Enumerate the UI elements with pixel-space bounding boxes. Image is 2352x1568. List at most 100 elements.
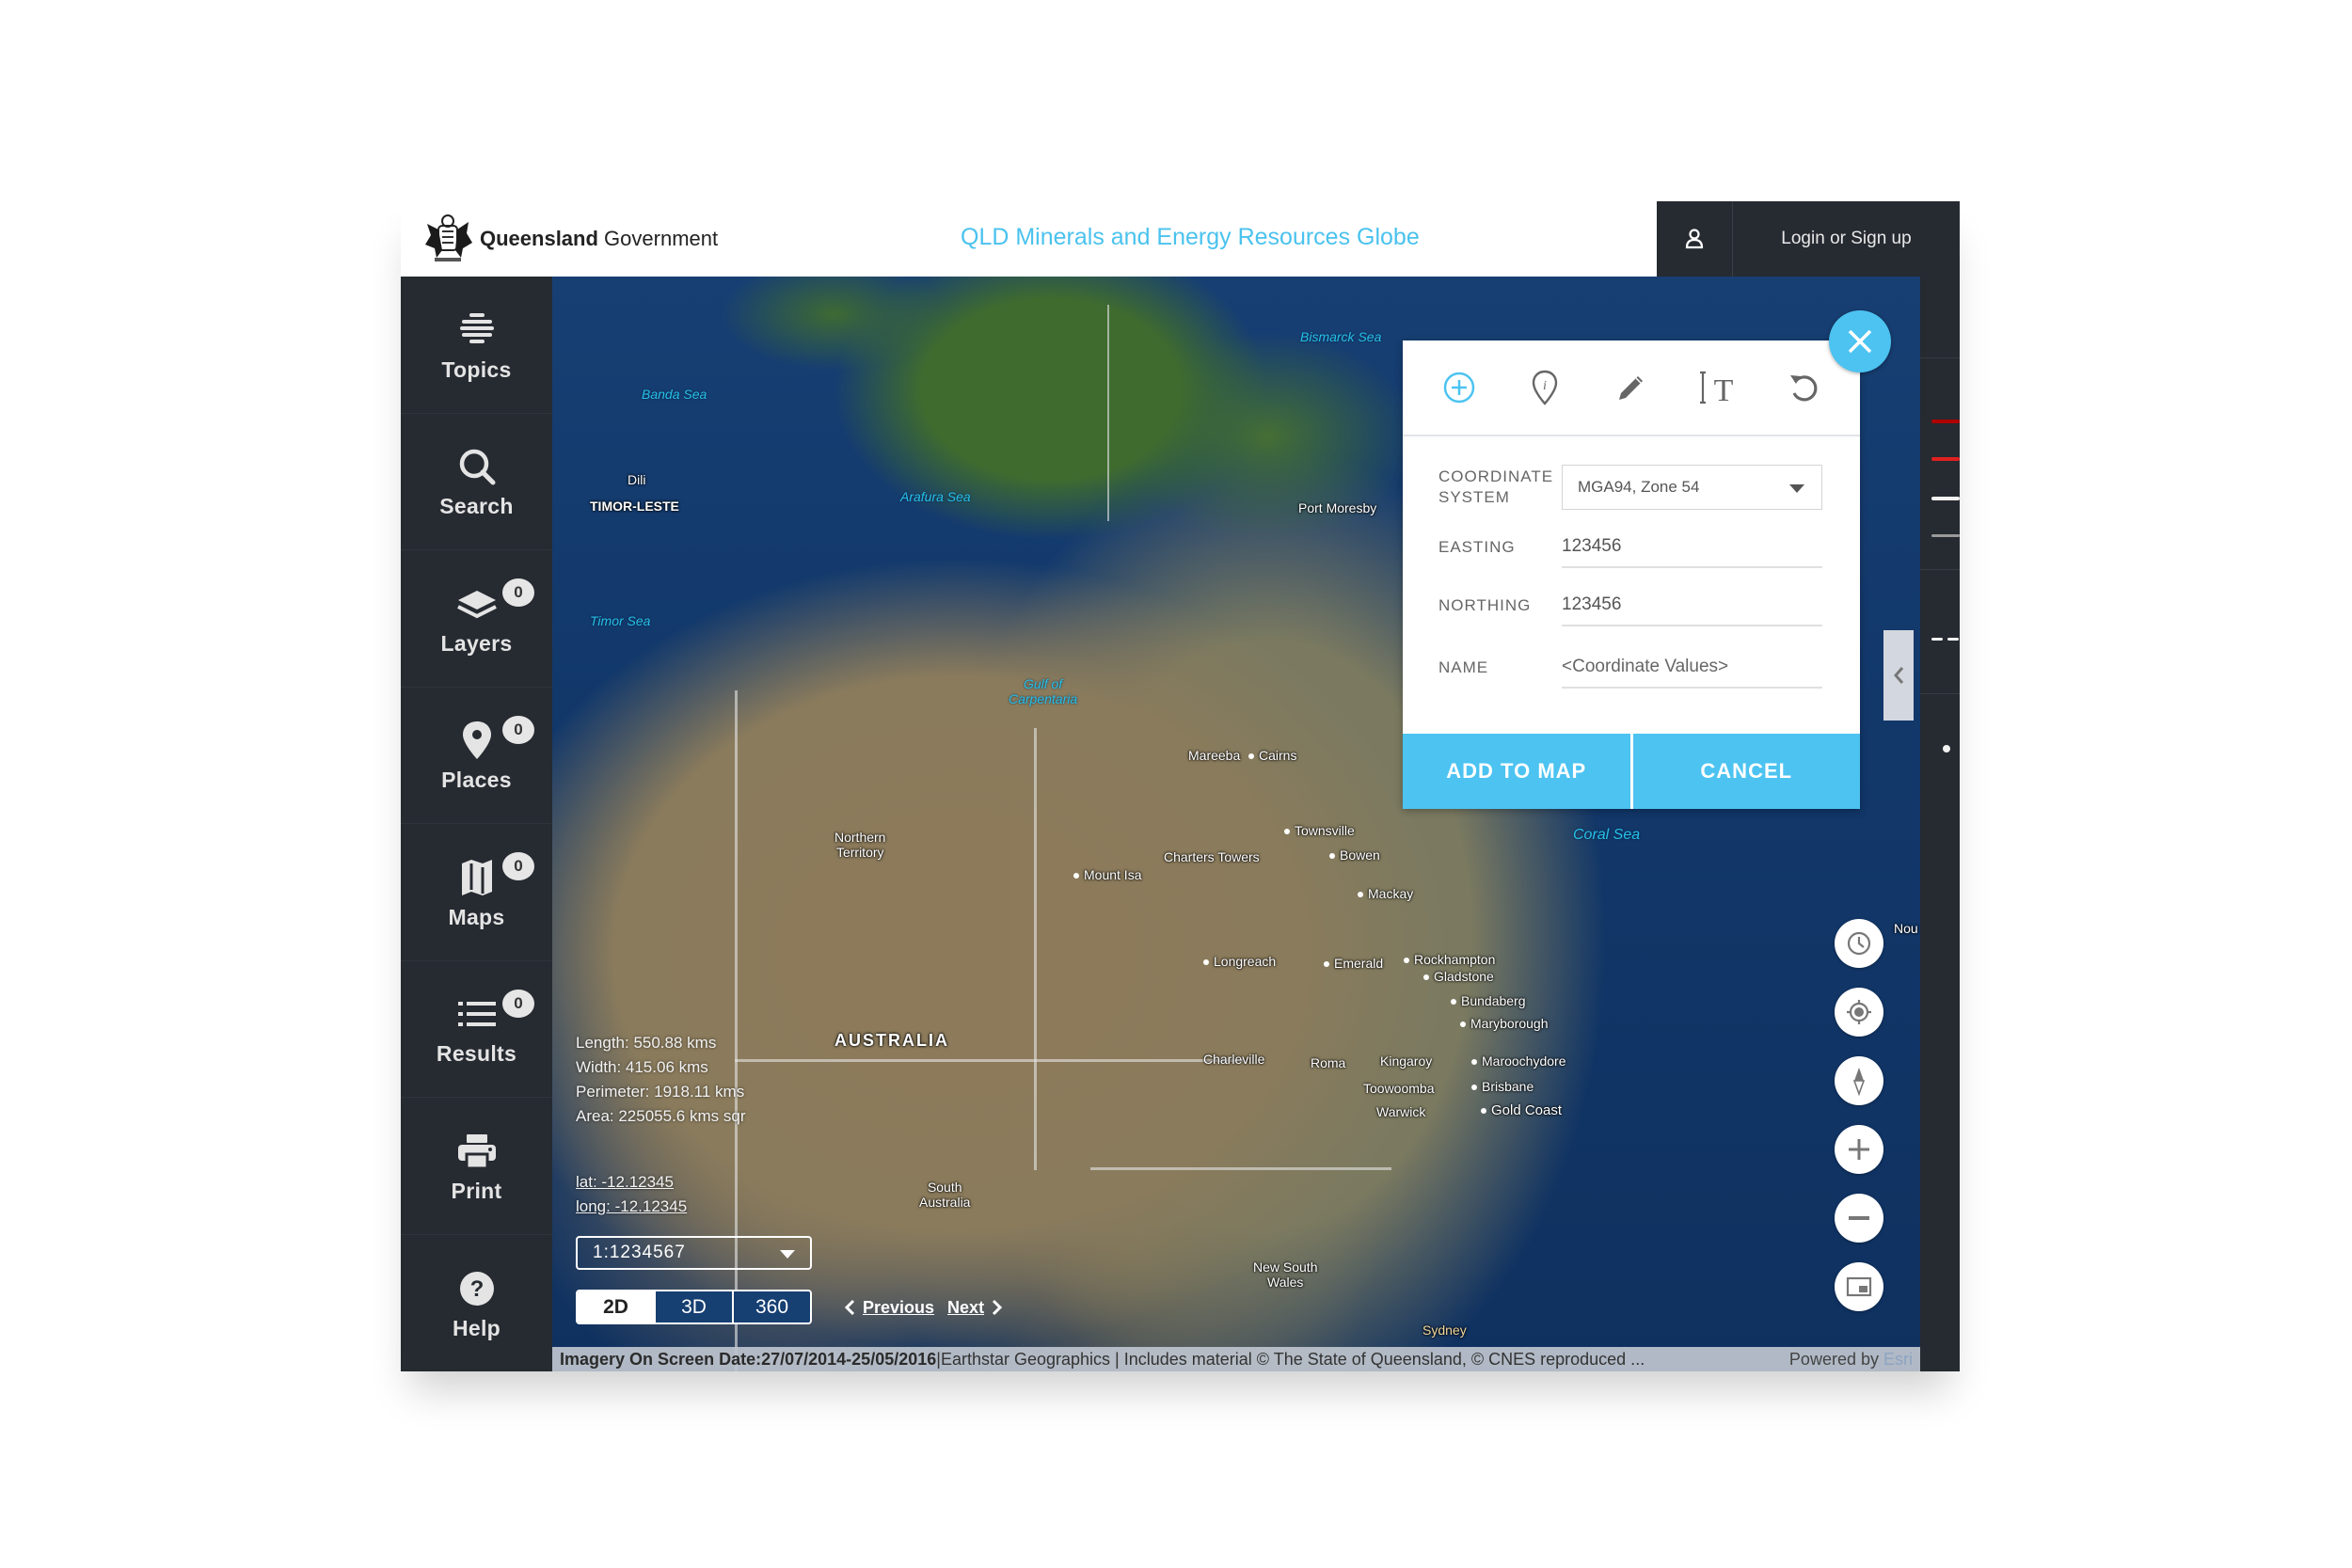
sidebar-item-search[interactable]: Search bbox=[401, 414, 552, 550]
map-label-australia: AUSTRALIA bbox=[834, 1031, 949, 1050]
nt-qld-border bbox=[1034, 728, 1037, 1170]
undo-tool[interactable] bbox=[1782, 366, 1825, 409]
text-tool[interactable]: T bbox=[1696, 366, 1740, 409]
attribution-text: Imagery On Screen Date:27/07/2014-25/05/… bbox=[560, 1347, 1645, 1371]
chevron-left-icon bbox=[844, 1299, 855, 1316]
sidebar-item-print[interactable]: Print bbox=[401, 1098, 552, 1235]
coordinate-system-value: MGA94, Zone 54 bbox=[1578, 478, 1700, 496]
powered-by: Powered by Esri bbox=[1789, 1347, 1913, 1371]
locate-icon bbox=[1847, 1000, 1871, 1024]
coordinate-system-select[interactable]: MGA94, Zone 54 bbox=[1562, 465, 1822, 510]
legend-strip[interactable] bbox=[1920, 277, 1960, 1371]
sidebar-label: Maps bbox=[448, 904, 505, 929]
map-label-noumea: Nou bbox=[1894, 921, 1918, 936]
add-to-map-button[interactable]: ADD TO MAP bbox=[1403, 734, 1630, 809]
user-button[interactable] bbox=[1657, 201, 1733, 277]
legend-line-dashed bbox=[1947, 638, 1959, 641]
nsw-line-2: Wales bbox=[1267, 1275, 1304, 1290]
close-dialog-button[interactable] bbox=[1829, 310, 1891, 372]
view-mode-3d[interactable]: 3D bbox=[654, 1291, 732, 1323]
map-label-roma: Roma bbox=[1311, 1055, 1346, 1070]
city-dot bbox=[1284, 829, 1290, 835]
plus-icon bbox=[1849, 1139, 1869, 1160]
time-slider-button[interactable] bbox=[1835, 919, 1883, 968]
map-label-timor-leste: TIMOR-LESTE bbox=[590, 499, 679, 514]
sidebar-label: Places bbox=[441, 768, 512, 793]
zoom-out-button[interactable] bbox=[1835, 1194, 1883, 1243]
sa-nt-border bbox=[735, 1059, 1243, 1062]
map-label-gold-coast: Gold Coast bbox=[1481, 1102, 1562, 1118]
view-mode-360[interactable]: 360 bbox=[732, 1291, 810, 1323]
northing-input[interactable] bbox=[1562, 585, 1822, 626]
sidebar-item-help[interactable]: ? Help bbox=[401, 1235, 552, 1372]
map-label-longreach: Longreach bbox=[1203, 954, 1276, 969]
latitude-link[interactable]: lat: -12.12345 bbox=[576, 1170, 687, 1195]
length-readout: Length: 550.88 kms bbox=[576, 1034, 717, 1052]
draw-tool[interactable] bbox=[1610, 366, 1653, 409]
sidebar-item-maps[interactable]: 0 Maps bbox=[401, 824, 552, 961]
sidebar-label: Help bbox=[452, 1315, 501, 1340]
qld-government-logo[interactable]: Queensland Government bbox=[421, 214, 718, 263]
overview-map-button[interactable] bbox=[1835, 1262, 1883, 1311]
perimeter-readout: Perimeter: 1918.11 kms bbox=[576, 1083, 745, 1101]
name-input[interactable] bbox=[1562, 647, 1822, 689]
plus-circle-icon bbox=[1443, 372, 1475, 404]
view-mode-2d[interactable]: 2D bbox=[578, 1291, 654, 1323]
map-label-mareeba: Mareeba bbox=[1188, 748, 1241, 763]
esri-link[interactable]: Esri bbox=[1883, 1350, 1913, 1369]
info-pin-icon: i bbox=[1533, 370, 1558, 405]
legend-line-grey bbox=[1931, 534, 1960, 537]
legend-line-red bbox=[1931, 457, 1960, 461]
cancel-button[interactable]: CANCEL bbox=[1629, 734, 1860, 809]
scale-dropdown[interactable]: 1:1234567 bbox=[576, 1236, 812, 1270]
powered-by-label: Powered by bbox=[1788, 1350, 1879, 1369]
collapse-panel-tab[interactable] bbox=[1883, 630, 1914, 721]
printer-icon bbox=[453, 1128, 501, 1175]
longitude-link[interactable]: long: -12.12345 bbox=[576, 1195, 687, 1219]
add-coordinate-dialog: i T COORDINATE SYSTEM MGA94, Zone 54 EAS… bbox=[1403, 341, 1860, 809]
locate-button[interactable] bbox=[1835, 988, 1883, 1037]
city-dot bbox=[1203, 959, 1209, 966]
scale-value: 1:1234567 bbox=[593, 1243, 686, 1262]
city-dot bbox=[1460, 1022, 1466, 1028]
previous-extent-link[interactable]: Previous bbox=[844, 1298, 934, 1318]
divider bbox=[1920, 357, 1960, 358]
add-point-tool[interactable] bbox=[1438, 366, 1481, 409]
easting-input[interactable] bbox=[1562, 527, 1822, 568]
easting-row: EASTING bbox=[1438, 527, 1822, 568]
results-count-badge: 0 bbox=[502, 989, 534, 1018]
label-line-1: COORDINATE bbox=[1438, 467, 1554, 485]
map-label-charleville: Charleville bbox=[1203, 1052, 1265, 1067]
map-label-rockhampton: Rockhampton bbox=[1404, 952, 1495, 967]
map-label-bismarck-sea: Bismarck Sea bbox=[1300, 329, 1382, 344]
city-name: Mount Isa bbox=[1084, 867, 1142, 882]
next-extent-link[interactable]: Next bbox=[947, 1298, 1003, 1318]
brand-text: Queensland Government bbox=[480, 227, 718, 251]
search-icon bbox=[453, 443, 501, 490]
sidebar-item-results[interactable]: 0 Results bbox=[401, 961, 552, 1098]
zoom-in-button[interactable] bbox=[1835, 1125, 1883, 1174]
map-label-charters-towers: Charters Towers bbox=[1164, 849, 1260, 864]
sidebar-label: Search bbox=[439, 494, 514, 519]
folded-map-icon bbox=[453, 854, 501, 901]
sa-line-2: Australia bbox=[919, 1195, 971, 1210]
nt-line-2: Territory bbox=[835, 845, 884, 860]
map-label-townsville: Townsville bbox=[1284, 823, 1355, 838]
info-pin-tool[interactable]: i bbox=[1523, 366, 1566, 409]
sidebar-item-layers[interactable]: 0 Layers bbox=[401, 550, 552, 688]
compass-button[interactable] bbox=[1835, 1056, 1883, 1105]
help-icon: ? bbox=[453, 1265, 501, 1312]
login-signup-link[interactable]: Login or Sign up bbox=[1733, 201, 1960, 277]
chevron-right-icon bbox=[993, 1299, 1003, 1316]
user-icon bbox=[1685, 229, 1704, 249]
previous-label: Previous bbox=[863, 1297, 935, 1317]
city-name: Bundaberg bbox=[1461, 993, 1526, 1008]
sidebar-item-places[interactable]: 0 Places bbox=[401, 688, 552, 824]
name-label: NAME bbox=[1438, 658, 1489, 676]
overview-icon bbox=[1846, 1276, 1872, 1297]
sidebar-item-topics[interactable]: Topics bbox=[401, 277, 552, 414]
coordinate-form: COORDINATE SYSTEM MGA94, Zone 54 EASTING… bbox=[1403, 436, 1860, 689]
layers-count-badge: 0 bbox=[502, 578, 534, 607]
extent-pager: Previous Next bbox=[844, 1292, 1003, 1323]
map-controls bbox=[1835, 919, 1883, 1331]
